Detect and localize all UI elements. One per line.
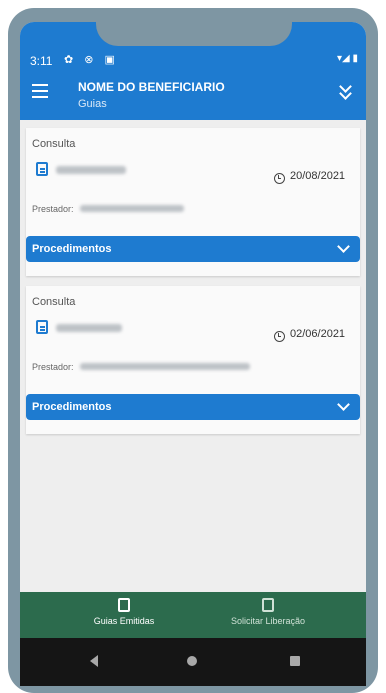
guide-type: Consulta bbox=[32, 296, 76, 308]
document-icon bbox=[36, 162, 48, 176]
menu-icon[interactable] bbox=[32, 84, 48, 98]
notification-icons: ✿ ⊗ ▣ bbox=[64, 54, 119, 66]
document-list-icon bbox=[118, 598, 130, 612]
clock-icon bbox=[274, 173, 285, 184]
status-time: 3:11 bbox=[30, 54, 53, 68]
guide-date: 20/08/2021 bbox=[290, 170, 346, 182]
app-screen: 3:11 ✿ ⊗ ▣ ▾◢ ▮ NOME DO BENEFICIARIO Gui… bbox=[20, 22, 366, 686]
procedures-toggle[interactable]: Procedimentos bbox=[26, 394, 360, 420]
guide-type: Consulta bbox=[32, 138, 76, 150]
system-navigation-bar bbox=[20, 638, 366, 686]
clock-icon bbox=[274, 331, 285, 342]
collapse-all-icon[interactable] bbox=[338, 80, 352, 100]
signal-battery-icon: ▾◢ ▮ bbox=[337, 53, 358, 64]
guide-date: 02/06/2021 bbox=[290, 328, 346, 340]
status-bar: 3:11 ✿ ⊗ ▣ ▾◢ ▮ bbox=[20, 50, 366, 72]
recent-apps-icon[interactable] bbox=[290, 656, 300, 666]
nav-guias-emitidas[interactable]: Guias Emitidas bbox=[86, 598, 162, 626]
guide-card[interactable]: Consulta 20/08/2021 Prestador: Procedime… bbox=[26, 128, 360, 276]
chevron-down-icon bbox=[337, 398, 350, 411]
provider-label: Prestador: bbox=[32, 204, 74, 214]
procedures-toggle[interactable]: Procedimentos bbox=[26, 236, 360, 262]
home-icon[interactable] bbox=[187, 656, 197, 666]
back-icon[interactable] bbox=[90, 655, 98, 667]
page-title: NOME DO BENEFICIARIO bbox=[78, 80, 225, 94]
phone-notch bbox=[96, 8, 292, 46]
redacted-provider bbox=[80, 205, 184, 212]
document-icon bbox=[36, 320, 48, 334]
page-subtitle: Guias bbox=[78, 98, 107, 110]
procedures-label: Procedimentos bbox=[32, 401, 112, 413]
redacted-provider bbox=[80, 363, 250, 370]
redacted-guide-number bbox=[56, 324, 122, 332]
nav-guias-emitidas-label: Guias Emitidas bbox=[93, 616, 155, 626]
chevron-down-icon bbox=[337, 240, 350, 253]
bottom-navigation: Guias Emitidas Solicitar Liberação bbox=[20, 592, 366, 638]
procedures-label: Procedimentos bbox=[32, 243, 112, 255]
nav-solicitar-liberacao-label: Solicitar Liberação bbox=[230, 616, 306, 626]
edit-icon bbox=[262, 598, 274, 612]
guide-card[interactable]: Consulta 02/06/2021 Prestador: Procedime… bbox=[26, 286, 360, 434]
redacted-guide-number bbox=[56, 166, 126, 174]
provider-label: Prestador: bbox=[32, 362, 74, 372]
nav-solicitar-liberacao[interactable]: Solicitar Liberação bbox=[218, 598, 318, 626]
